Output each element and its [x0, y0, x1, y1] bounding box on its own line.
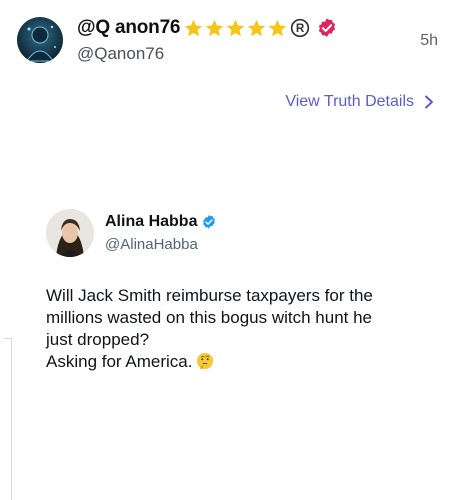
svg-text:R: R	[296, 22, 305, 35]
avatar[interactable]	[17, 17, 63, 63]
quoted-text-line: Asking for America.	[46, 352, 193, 371]
verified-badge-icon	[319, 18, 336, 37]
thread-line	[11, 338, 12, 500]
star-icon	[185, 19, 203, 36]
user-handle[interactable]: @Qanon76	[77, 44, 164, 64]
star-icon	[206, 19, 224, 36]
quoted-handle[interactable]: @AlinaHabba	[105, 236, 198, 253]
display-name-text: @Q anon76	[77, 17, 181, 38]
quoted-author[interactable]: Alina Habba	[105, 213, 217, 231]
post-timestamp: 5h	[420, 32, 438, 49]
quoted-text-line: Will Jack Smith reimburse taxpayers for …	[46, 286, 373, 305]
quoted-text-line-last: Asking for America.	[46, 351, 446, 373]
quoted-author-name: Alina Habba	[105, 213, 198, 230]
star-icon	[269, 19, 287, 36]
quoted-text-line: millions wasted on this bogus witch hunt…	[46, 308, 373, 327]
star-icon	[248, 19, 266, 36]
chevron-right-icon	[425, 95, 433, 109]
view-truth-details-link[interactable]: View Truth Details	[285, 93, 434, 111]
verified-badge-icon	[203, 215, 216, 229]
star-icon	[227, 19, 245, 36]
display-name[interactable]: @Q anon76 R	[77, 17, 338, 39]
view-truth-details-label: View Truth Details	[285, 93, 414, 110]
quoted-post-body: Will Jack Smith reimburse taxpayers for …	[46, 285, 446, 373]
registered-icon: R	[291, 18, 310, 38]
thread-tick	[4, 338, 12, 339]
thinking-face-emoji	[197, 352, 214, 370]
quoted-text-line: just dropped?	[46, 330, 150, 349]
quoted-avatar[interactable]	[46, 209, 94, 257]
